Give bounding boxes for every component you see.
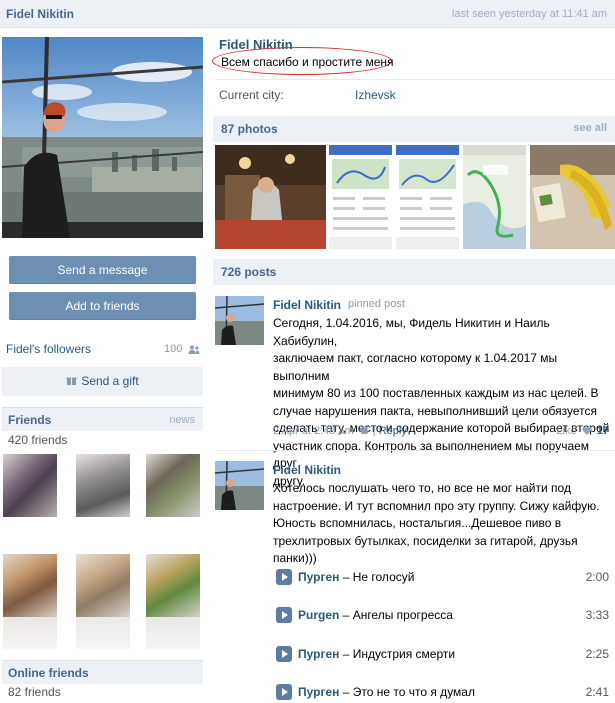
post-author-name[interactable]: Fidel Nikitin [273, 298, 341, 312]
photo-thumbnail[interactable] [463, 145, 526, 249]
like-count: 17 [596, 425, 609, 437]
audio-track[interactable]: Пурген – Не голосуй 2:00 [276, 569, 615, 585]
pinned-label: pinned post [348, 298, 405, 310]
friend-avatar[interactable] [76, 554, 130, 617]
track-name[interactable]: Не голосуй [353, 570, 415, 584]
track-artist[interactable]: Purgen [298, 608, 339, 622]
posts-title: 726 posts [221, 265, 277, 279]
followers-link[interactable]: Fidel's followers [6, 342, 91, 356]
friends-count[interactable]: 420 friends [8, 433, 67, 447]
play-icon[interactable] [276, 607, 292, 623]
friend-name-placeholder [146, 617, 200, 649]
photos-title[interactable]: 87 photos [221, 122, 278, 136]
reply-link[interactable]: Reply [379, 425, 407, 437]
heart-icon [581, 426, 592, 435]
friends-header[interactable]: Friends news [2, 407, 203, 431]
track-artist[interactable]: Пурген [298, 685, 339, 699]
top-bar: Fidel Nikitin last seen yesterday at 11:… [0, 0, 615, 28]
like-button[interactable]: Like 17 [556, 425, 609, 437]
friend-avatar[interactable] [146, 554, 200, 617]
track-name[interactable]: Ангелы прогресса [353, 608, 453, 622]
friend-avatar[interactable] [76, 454, 130, 517]
apple-icon [360, 425, 369, 435]
post-author-avatar[interactable] [215, 296, 264, 345]
post-text-line: Юность вспомнилась, ностальгия...Дешевое… [273, 516, 562, 530]
audio-track[interactable]: Purgen – Ангелы прогресса 3:33 [276, 607, 615, 623]
track-title: Purgen – Ангелы прогресса [298, 608, 453, 622]
track-name[interactable]: Это не то что я думал [353, 685, 475, 699]
friend-avatar[interactable] [3, 554, 57, 617]
post-text-line: настроение. И тут вспомнил про эту групп… [273, 498, 600, 513]
track-artist[interactable]: Пурген [298, 647, 339, 661]
photo-thumbnail[interactable] [396, 145, 459, 249]
city-value[interactable]: Izhevsk [355, 88, 396, 102]
post-text-line: заключаем пакт, согласно которому к 1.04… [273, 351, 558, 383]
play-icon[interactable] [276, 569, 292, 585]
friend-avatar[interactable] [146, 454, 200, 517]
divider [215, 79, 615, 80]
add-to-friends-button[interactable]: Add to friends [9, 292, 196, 320]
friends-grid [0, 454, 205, 649]
people-icon [188, 345, 200, 354]
post-text-line: панки))) [273, 551, 317, 565]
post-author-name[interactable]: Fidel Nikitin [273, 463, 341, 477]
play-icon[interactable] [276, 646, 292, 662]
post-meta: 2 Apr at 2:48 am | Reply [273, 425, 407, 437]
online-friends-header[interactable]: Online friends [2, 660, 203, 684]
like-label: Like [556, 425, 577, 437]
track-duration: 3:33 [585, 608, 609, 622]
last-seen: last seen yesterday at 11:41 am [451, 8, 607, 20]
post-author-avatar[interactable] [215, 461, 264, 510]
friend-avatar[interactable] [3, 454, 57, 517]
photo-thumbnail[interactable] [215, 145, 326, 249]
posts-header: 726 posts [213, 259, 615, 285]
track-name[interactable]: Индустрия смерти [353, 647, 455, 661]
post-text-line: случае нарушения пакта, невыполнивший це… [273, 403, 597, 418]
track-title: Пурген – Не голосуй [298, 570, 415, 584]
audio-track[interactable]: Пурген – Индустрия смерти 2:25 [276, 646, 615, 662]
post-text-line: Хотелось послушать чего то, но все не мо… [273, 481, 571, 495]
track-title: Пурген – Индустрия смерти [298, 647, 456, 661]
track-duration: 2:41 [585, 685, 609, 699]
followers-count: 100 [164, 343, 183, 355]
audio-track[interactable]: Пурген – Это не то что я думал 2:41 [276, 684, 615, 700]
profile-photo[interactable] [2, 37, 203, 238]
track-artist[interactable]: Пурген [298, 570, 339, 584]
header-name[interactable]: Fidel Nikitin [6, 7, 74, 21]
online-friends-count[interactable]: 82 friends [8, 685, 61, 699]
friend-name-placeholder [76, 617, 130, 649]
post-text-line: Сегодня, 1.04.2016, мы, Фидель Никитин и… [273, 316, 550, 348]
send-gift-button[interactable]: Send a gift [2, 367, 203, 396]
photos-header[interactable]: 87 photos see all [213, 116, 615, 142]
see-all-link[interactable]: see all [573, 122, 607, 134]
track-title: Пурген – Это не то что я думал [298, 685, 475, 699]
friends-news-link[interactable]: news [169, 414, 195, 426]
send-message-button[interactable]: Send a message [9, 256, 196, 284]
track-duration: 2:00 [585, 570, 609, 584]
gift-icon [66, 377, 77, 385]
post-date[interactable]: 2 Apr at 2:48 am [273, 425, 354, 437]
post-text-line: минимум 80 из 100 поставленных каждым из… [273, 386, 599, 400]
post-divider [215, 450, 615, 451]
photo-thumbnail[interactable] [329, 145, 392, 249]
play-icon[interactable] [276, 684, 292, 700]
send-gift-label: Send a gift [81, 374, 139, 388]
followers-count-group[interactable]: 100 [164, 343, 200, 355]
photo-thumbnail[interactable] [530, 145, 615, 249]
track-duration: 2:25 [585, 647, 609, 661]
friend-name-placeholder [3, 617, 57, 649]
profile-status[interactable]: Всем спасибо и простите меня [221, 55, 394, 69]
city-label: Current city: [219, 88, 284, 102]
post-text: Хотелось послушать чего то, но все не мо… [273, 480, 599, 568]
friends-title: Friends [8, 413, 52, 427]
post-text-line: трехлитровых бутылках, посиделки за гита… [273, 533, 578, 548]
online-friends-title: Online friends [8, 666, 89, 680]
